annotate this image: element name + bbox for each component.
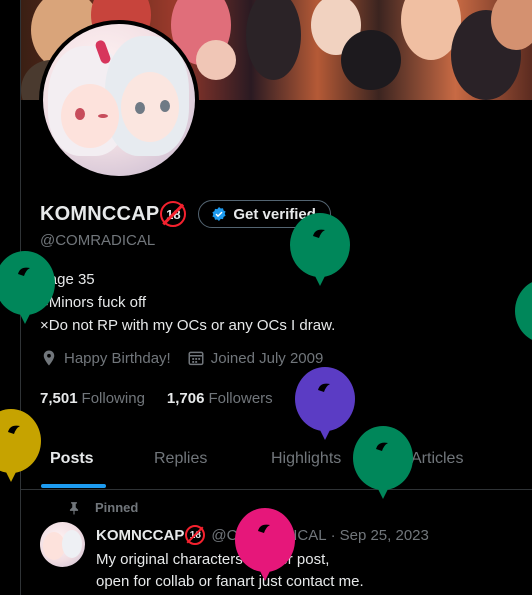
balloon-icon xyxy=(515,282,532,340)
following-count: 7,501 xyxy=(40,390,78,407)
balloon-icon xyxy=(235,508,295,581)
balloon-icon xyxy=(290,213,350,286)
post-author-name[interactable]: KOMNCCAP xyxy=(96,527,184,544)
post-date[interactable]: Sep 25, 2023 xyxy=(340,527,429,544)
verified-badge-icon xyxy=(212,207,226,221)
followers-link[interactable]: 1,706 Followers xyxy=(167,390,273,407)
pinned-label: Pinned xyxy=(95,500,139,515)
post-author-avatar[interactable] xyxy=(40,522,85,567)
profile-stats: 7,501 Following 1,706 Followers xyxy=(40,390,295,407)
post-text-line: open for collab or fanart just contact m… xyxy=(96,573,364,590)
balloon-icon xyxy=(0,409,41,482)
tab-posts[interactable]: Posts xyxy=(50,450,94,468)
post-text-line: My original characters master post, xyxy=(96,551,330,568)
post-body[interactable]: My original characters master post, open… xyxy=(96,549,364,593)
location-pin-icon xyxy=(43,350,55,366)
balloon-icon xyxy=(0,251,55,324)
age-restriction-badge: 18 xyxy=(160,201,187,227)
post-age-badge: 18 xyxy=(185,525,206,545)
balloon-icon xyxy=(353,426,413,499)
balloon-icon xyxy=(295,367,355,440)
tab-articles[interactable]: Articles xyxy=(411,450,463,468)
pin-icon xyxy=(69,501,79,515)
active-tab-indicator xyxy=(41,484,106,488)
tab-replies[interactable]: Replies xyxy=(154,450,207,468)
followers-label: Followers xyxy=(208,390,273,407)
profile-tabs: Posts Replies Highlights Articles xyxy=(21,430,532,490)
display-name: KOMNCCAP xyxy=(40,202,160,225)
post-separator: · xyxy=(330,526,336,544)
avatar-image xyxy=(43,24,195,176)
calendar-icon xyxy=(188,351,204,366)
profile-joined: Joined July 2009 xyxy=(187,349,324,367)
joined-text: Joined July 2009 xyxy=(210,349,324,367)
profile-location: Happy Birthday! xyxy=(40,349,171,367)
tab-highlights[interactable]: Highlights xyxy=(271,450,341,468)
profile-meta: Happy Birthday! Joined July 2009 xyxy=(40,349,339,367)
pinned-indicator: Pinned xyxy=(67,500,138,515)
bio-line: ×Minors fuck off xyxy=(40,294,147,311)
following-label: Following xyxy=(81,390,145,407)
profile-page: KOMNCCAP 18 Get verified @COMRADICAL ×ag… xyxy=(0,0,532,595)
followers-count: 1,706 xyxy=(166,390,205,407)
location-text: Happy Birthday! xyxy=(64,349,171,367)
following-link[interactable]: 7,501 Following xyxy=(40,390,145,407)
profile-avatar[interactable] xyxy=(39,20,199,180)
profile-handle: @COMRADICAL xyxy=(40,232,156,249)
bio-line: ×Do not RP with my OCs or any OCs I draw… xyxy=(40,317,336,334)
